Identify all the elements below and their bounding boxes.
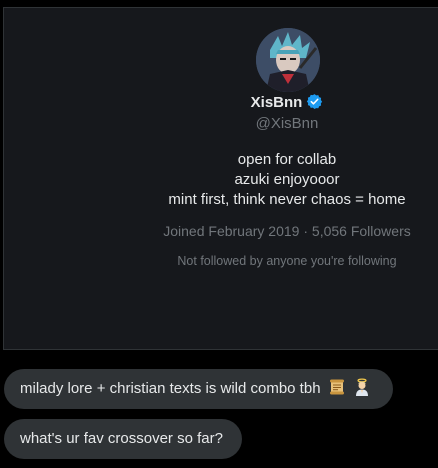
bio-line: mint first, think never chaos = home bbox=[168, 191, 406, 208]
display-name[interactable]: XisBnn bbox=[251, 94, 303, 111]
meta-separator: · bbox=[303, 223, 309, 239]
followed-by-note: Not followed by anyone you're following bbox=[177, 254, 397, 268]
message-text: what's ur fav crossover so far? bbox=[20, 430, 223, 447]
profile-hover-card[interactable]: XisBnn @XisBnn open for collab azuki enj… bbox=[3, 7, 438, 350]
profile-handle[interactable]: @XisBnn bbox=[4, 115, 438, 132]
bio-line: open for collab bbox=[237, 151, 337, 168]
scroll-emoji-icon bbox=[328, 372, 346, 412]
praying-angel-emoji-icon bbox=[353, 372, 371, 412]
bio-line: azuki enjoyooor bbox=[234, 171, 340, 188]
display-name-row[interactable]: XisBnn bbox=[4, 93, 438, 114]
verified-badge-icon bbox=[306, 93, 323, 114]
profile-meta-row: Joined February 2019 · 5,056 Followers bbox=[4, 223, 438, 239]
profile-bio: open for collab azuki enjoyooor mint fir… bbox=[4, 150, 438, 210]
avatar-image bbox=[256, 28, 320, 92]
message-bubble[interactable]: what's ur fav crossover so far? bbox=[4, 419, 242, 459]
message-bubble[interactable]: milady lore + christian texts is wild co… bbox=[4, 369, 393, 409]
message-text: milady lore + christian texts is wild co… bbox=[20, 380, 321, 397]
followers-count[interactable]: 5,056 Followers bbox=[312, 223, 411, 239]
profile-avatar[interactable] bbox=[256, 28, 320, 92]
joined-date: Joined February 2019 bbox=[163, 223, 300, 239]
